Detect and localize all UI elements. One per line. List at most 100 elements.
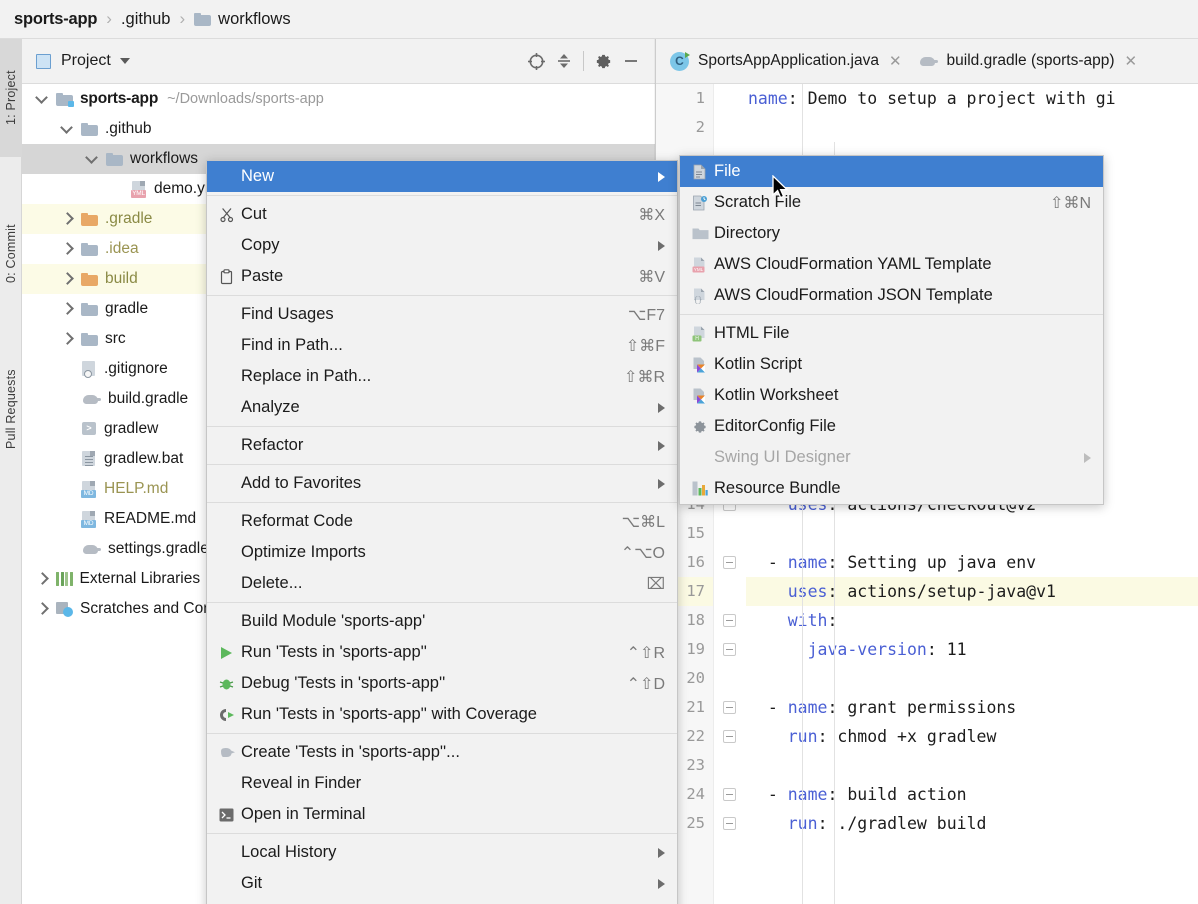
menu-item-replace-in-path[interactable]: Replace in Path... ⇧⌘R [207,361,677,392]
menu-item-analyze[interactable]: Analyze [207,392,677,423]
menu-item-aws-cloudformation-json-template[interactable]: {} AWS CloudFormation JSON Template [680,280,1103,311]
menu-item-reveal-in-finder[interactable]: Reveal in Finder [207,768,677,799]
breadcrumb-item-github[interactable]: .github [121,10,171,29]
minimize-icon[interactable] [617,47,645,75]
tree-item-label: gradlew.bat [104,450,184,467]
menu-item-editorconfig-file[interactable]: EditorConfig File [680,411,1103,442]
project-context-menu[interactable]: New Cut ⌘X Copy Paste ⌘V Find Usages ⌥F7 Find in… [206,160,678,904]
tree-item-github[interactable]: .github [22,114,655,144]
close-icon[interactable]: ✕ [1125,52,1138,70]
gear-icon [692,419,714,435]
fold-marker[interactable] [723,614,736,627]
menu-item-find-usages[interactable]: Find Usages ⌥F7 [207,299,677,330]
code-line[interactable]: name: Demo to setup a project with gi [746,84,1198,113]
run-icon [219,646,241,660]
menu-item-debug-tests-in-sports-app[interactable]: Debug 'Tests in 'sports-app'' ⌃⇧D [207,668,677,699]
menu-item-local-history[interactable]: Local History [207,837,677,868]
fold-marker[interactable] [723,701,736,714]
code-keyword: name [787,785,828,804]
collapse-all-icon[interactable] [550,47,578,75]
fold-marker[interactable] [723,643,736,656]
code-line[interactable] [746,113,1198,142]
close-icon[interactable]: ✕ [889,52,902,70]
code-line[interactable]: uses: actions/setup-java@v1 [746,577,1198,606]
chevron-right-icon[interactable] [36,573,48,585]
code-line[interactable]: with: [746,606,1198,635]
fold-marker[interactable] [723,788,736,801]
menu-item-reload-from-disk[interactable]: Reload from Disk [207,899,677,904]
menu-item-html-file[interactable]: H HTML File [680,318,1103,349]
menu-item-label: Find Usages [241,305,334,323]
menu-item-git[interactable]: Git [207,868,677,899]
gradle-file-icon [918,55,938,68]
gear-icon[interactable] [589,47,617,75]
chevron-right-icon[interactable] [61,213,73,225]
menu-item-directory[interactable]: Directory [680,218,1103,249]
tree-item-label: .gradle [105,210,153,227]
menu-item-run-tests-in-sports-app-with-coverage[interactable]: Run 'Tests in 'sports-app'' with Coverag… [207,699,677,730]
chevron-right-icon[interactable] [61,333,73,345]
chevron-right-icon[interactable] [61,243,73,255]
menu-item-copy[interactable]: Copy [207,230,677,261]
code-line[interactable] [746,751,1198,780]
menu-item-paste[interactable]: Paste ⌘V [207,261,677,292]
menu-item-reformat-code[interactable]: Reformat Code ⌥⌘L [207,506,677,537]
menu-item-cut[interactable]: Cut ⌘X [207,199,677,230]
menu-item-aws-cloudformation-yaml-template[interactable]: YML AWS CloudFormation YAML Template [680,249,1103,280]
editor-tab-build-gradle[interactable]: build.gradle (sports-app) ✕ [918,39,1154,83]
menu-item-kotlin-script[interactable]: Kotlin Script [680,349,1103,380]
menu-item-label: Directory [714,224,781,242]
menu-item-file[interactable]: File [680,156,1103,187]
chevron-right-icon [658,878,665,889]
chevron-down-icon[interactable] [119,58,130,64]
svg-text:H: H [695,336,699,342]
menu-item-run-tests-in-sports-app[interactable]: Run 'Tests in 'sports-app'' ⌃⇧R [207,637,677,668]
chevron-down-icon[interactable] [86,153,98,165]
chevron-right-icon[interactable] [36,603,48,615]
markdown-file-icon: MD [81,510,97,528]
chevron-right-icon[interactable] [61,273,73,285]
menu-item-find-in-path[interactable]: Find in Path... ⇧⌘F [207,330,677,361]
chevron-down-icon[interactable] [61,123,73,135]
menu-item-open-in-terminal[interactable]: Open in Terminal [207,799,677,830]
menu-item-scratch-file[interactable]: Scratch File ⇧⌘N [680,187,1103,218]
menu-item-new[interactable]: New [207,161,677,192]
menu-item-optimize-imports[interactable]: Optimize Imports ⌃⌥O [207,537,677,568]
menu-item-create-tests-in-sports-app[interactable]: Create 'Tests in 'sports-app''... [207,737,677,768]
code-line[interactable]: run: chmod +x gradlew [746,722,1198,751]
menu-item-label: Kotlin Script [714,355,803,373]
menu-item-resource-bundle[interactable]: Resource Bundle [680,473,1103,504]
menu-item-kotlin-worksheet[interactable]: Kotlin Worksheet [680,380,1103,411]
tool-tab-commit[interactable]: 0: Commit [0,189,22,319]
fold-marker[interactable] [723,730,736,743]
editor-tab-sportsappapplication[interactable]: C SportsAppApplication.java ✕ [670,39,918,83]
chevron-down-icon[interactable] [36,93,48,105]
breadcrumb-item-workflows[interactable]: workflows [194,10,291,29]
fold-marker[interactable] [723,817,736,830]
code-line[interactable]: - name: build action [746,780,1198,809]
code-line[interactable]: java-version: 11 [746,635,1198,664]
tool-tab-project[interactable]: 1: Project [0,39,22,157]
code-line[interactable]: run: ./gradlew build [746,809,1198,838]
code-line[interactable] [746,664,1198,693]
locate-icon[interactable] [522,47,550,75]
menu-item-delete[interactable]: Delete... ⌧ [207,568,677,599]
menu-item-refactor[interactable]: Refactor [207,430,677,461]
breadcrumb-item-project[interactable]: sports-app [14,10,97,29]
tool-tab-pull-requests[interactable]: Pull Requests [0,329,22,489]
new-submenu[interactable]: File Scratch File ⇧⌘N Directory YML AWS Cloud… [679,155,1104,505]
tree-item-sports-app[interactable]: sports-app ~/Downloads/sports-app [22,84,655,114]
fold-marker[interactable] [723,556,736,569]
menu-item-build-module-sports-app[interactable]: Build Module 'sports-app' [207,606,677,637]
chevron-right-icon[interactable] [61,303,73,315]
code-line[interactable]: - name: grant permissions [746,693,1198,722]
code-line[interactable]: - name: Setting up java env [746,548,1198,577]
menu-item-add-to-favorites[interactable]: Add to Favorites [207,468,677,499]
tree-item-label: .gitignore [104,360,168,377]
tree-item-label: settings.gradle [108,540,209,557]
menu-item-shortcut: ⇧⌘R [624,368,665,386]
code-line[interactable] [746,519,1198,548]
chevron-right-icon [658,171,665,182]
